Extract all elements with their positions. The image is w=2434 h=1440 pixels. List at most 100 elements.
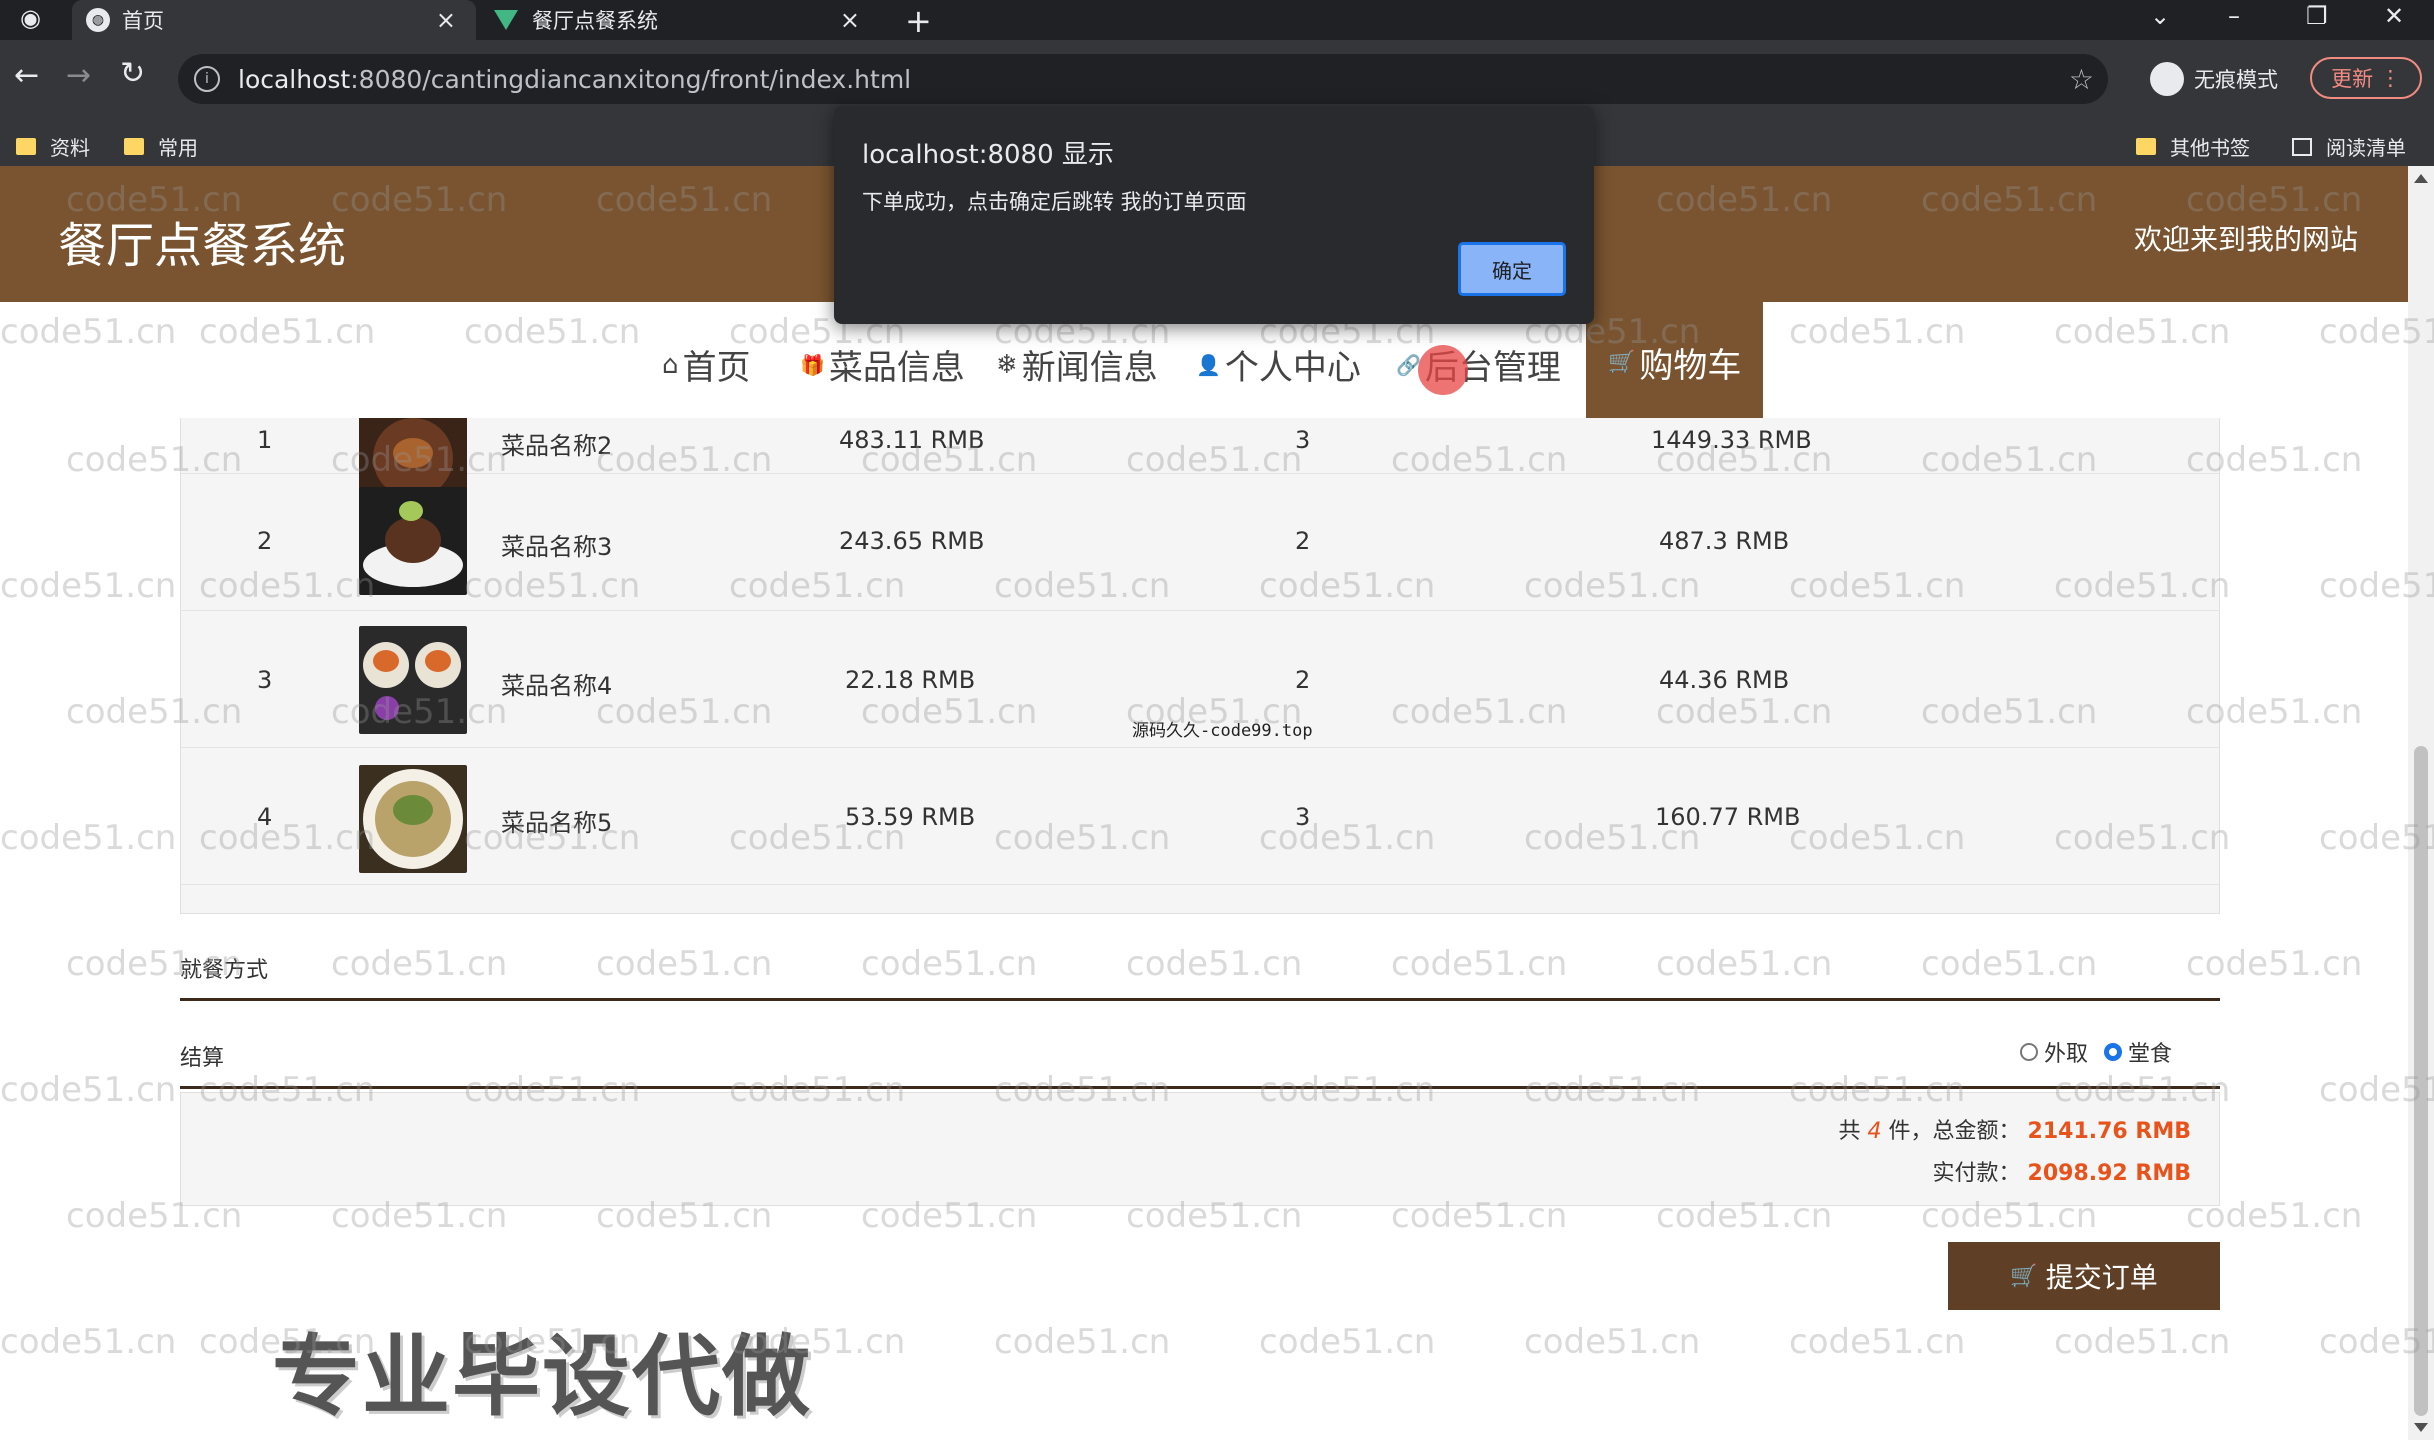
info-icon[interactable]: i: [194, 66, 220, 92]
folder-icon: [16, 138, 36, 155]
watermark-text: code51.cn: [0, 1070, 176, 1110]
reading-list-icon: [2292, 138, 2312, 156]
dish-name[interactable]: 菜品名称2: [501, 426, 612, 461]
source-note: 源码久久-code99.top: [1132, 716, 1313, 741]
table-row: 2 菜品名称3 243.65 RMB 2 487.3 RMB: [181, 473, 2220, 611]
watermark-text: code51.cn: [0, 566, 176, 606]
bookmark-folder-resources[interactable]: 资料: [16, 132, 90, 161]
dish-name[interactable]: 菜品名称5: [501, 803, 612, 838]
bookmark-label: 阅读清单: [2326, 132, 2406, 161]
vue-logo-icon: [494, 10, 518, 30]
url-text: localhost:8080/cantingdiancanxitong/fron…: [238, 65, 911, 94]
bookmark-label: 其他书签: [2170, 132, 2250, 161]
scroll-thumb[interactable]: [2414, 746, 2428, 1416]
cart-icon: 🛒: [2010, 1264, 2037, 1289]
bookmark-star-icon[interactable]: ☆: [2069, 63, 2094, 96]
nav-cart[interactable]: 🛒 购物车: [1586, 302, 1763, 422]
dining-options: 外取 堂食: [2020, 1036, 2172, 1068]
watermark-text: code51.cn: [0, 818, 176, 858]
row-index: 4: [257, 803, 272, 831]
nav-dishes[interactable]: 🎁 菜品信息: [800, 340, 965, 389]
watermark-text: code51.cn: [1656, 944, 1832, 984]
watermark-text: code51.cn: [1126, 944, 1302, 984]
watermark-text: code51.cn: [861, 944, 1037, 984]
count-suffix: 件，总金额：: [1889, 1119, 2021, 1144]
incognito-indicator[interactable]: 无痕模式: [2150, 58, 2278, 100]
row-index: 1: [257, 426, 272, 454]
tab-home[interactable]: ◍ 首页 ×: [72, 0, 476, 40]
row-index: 2: [257, 527, 272, 555]
bookmark-folder-common[interactable]: 常用: [124, 132, 198, 161]
dish-price: 53.59 RMB: [845, 803, 975, 831]
folder-icon: [2136, 138, 2156, 155]
snowflake-icon: ❄: [996, 350, 1018, 380]
window-close-icon[interactable]: ✕: [2384, 2, 2404, 30]
nav-home[interactable]: ⌂ 首页: [662, 340, 751, 389]
folder-icon: [124, 138, 144, 155]
nav-label: 新闻信息: [1022, 340, 1158, 389]
dish-price: 22.18 RMB: [845, 666, 975, 694]
bookmark-label: 资料: [50, 132, 90, 161]
promo-overlay-text: 专业毕设代做: [272, 1306, 812, 1433]
nav-label: 首页: [683, 340, 751, 389]
close-icon[interactable]: ×: [840, 6, 860, 34]
scroll-down-icon[interactable]: [2414, 1423, 2428, 1432]
gift-icon: 🎁: [800, 353, 825, 377]
dish-quantity: 3: [1295, 426, 1310, 454]
update-button[interactable]: 更新 ⋮: [2310, 57, 2422, 99]
dish-subtotal: 1449.33 RMB: [1651, 426, 1812, 454]
dish-subtotal: 487.3 RMB: [1659, 527, 1789, 555]
divider: [180, 998, 2220, 1001]
address-bar[interactable]: i localhost:8080/cantingdiancanxitong/fr…: [178, 54, 2108, 104]
watermark-text: code51.cn: [994, 1322, 1170, 1362]
alert-dialog: localhost:8080 显示 下单成功，点击确定后跳转 我的订单页面 确定: [834, 106, 1594, 324]
site-title: 餐厅点餐系统: [58, 206, 346, 276]
nav-news[interactable]: ❄ 新闻信息: [996, 340, 1158, 389]
tab-title: 首页: [122, 5, 164, 35]
nav-label: 购物车: [1639, 338, 1741, 387]
checkout-summary: 共 4 件，总金额： 2141.76 RMB 实付款： 2098.92 RMB: [180, 1092, 2220, 1206]
radio-dine-in[interactable]: [2104, 1043, 2122, 1061]
bookmark-label: 常用: [158, 132, 198, 161]
watermark-text: code51.cn: [1524, 1322, 1700, 1362]
new-tab-icon[interactable]: +: [905, 2, 932, 40]
forward-icon[interactable]: →: [66, 58, 91, 93]
table-row: 1 菜品名称2 483.11 RMB 3 1449.33 RMB: [181, 418, 2220, 474]
dish-image[interactable]: [359, 626, 467, 734]
tab-restaurant[interactable]: 餐厅点餐系统 ×: [480, 0, 880, 40]
submit-order-button[interactable]: 🛒 提交订单: [1948, 1242, 2220, 1310]
dish-image[interactable]: [359, 487, 467, 595]
total-amount: 2141.76 RMB: [2028, 1119, 2191, 1144]
checkout-label: 结算: [180, 1040, 224, 1072]
reload-icon[interactable]: ↻: [120, 56, 145, 91]
watermark-text: code51.cn: [596, 944, 772, 984]
close-icon[interactable]: ×: [436, 6, 456, 34]
table-row: 4 菜品名称5 53.59 RMB 3 160.77 RMB: [181, 747, 2220, 885]
bookmark-other[interactable]: 其他书签: [2136, 132, 2250, 161]
click-indicator: [1418, 345, 1468, 395]
back-icon[interactable]: ←: [14, 58, 39, 93]
watermark-text: code51.cn: [2054, 1322, 2230, 1362]
dish-name[interactable]: 菜品名称4: [501, 666, 612, 701]
reading-list[interactable]: 阅读清单: [2292, 132, 2406, 161]
dish-name[interactable]: 菜品名称3: [501, 527, 612, 562]
dialog-ok-button[interactable]: 确定: [1458, 242, 1566, 296]
user-icon: 👤: [1196, 353, 1221, 377]
tab-search-icon[interactable]: ⌄: [2150, 2, 2170, 30]
dish-subtotal: 44.36 RMB: [1659, 666, 1789, 694]
watermark-text: code51.cn: [0, 1322, 176, 1362]
restore-icon[interactable]: ❐: [2306, 2, 2328, 30]
scroll-up-icon[interactable]: [2414, 174, 2428, 183]
paid-line: 实付款： 2098.92 RMB: [1933, 1155, 2191, 1187]
incognito-label: 无痕模式: [2194, 64, 2278, 94]
radio-takeout[interactable]: [2020, 1043, 2038, 1061]
row-index: 3: [257, 666, 272, 694]
page-scrollbar[interactable]: [2408, 166, 2434, 1440]
nav-label: 个人中心: [1225, 340, 1361, 389]
minimize-icon[interactable]: –: [2228, 2, 2240, 30]
browser-menu-icon[interactable]: ◉: [20, 4, 41, 32]
nav-profile[interactable]: 👤 个人中心: [1196, 340, 1361, 389]
watermark-text: code51.cn: [1391, 944, 1567, 984]
dish-image[interactable]: [359, 765, 467, 873]
browser-tab-bar: ◉ ◍ 首页 × 餐厅点餐系统 × + ⌄ – ❐ ✕: [0, 0, 2434, 40]
